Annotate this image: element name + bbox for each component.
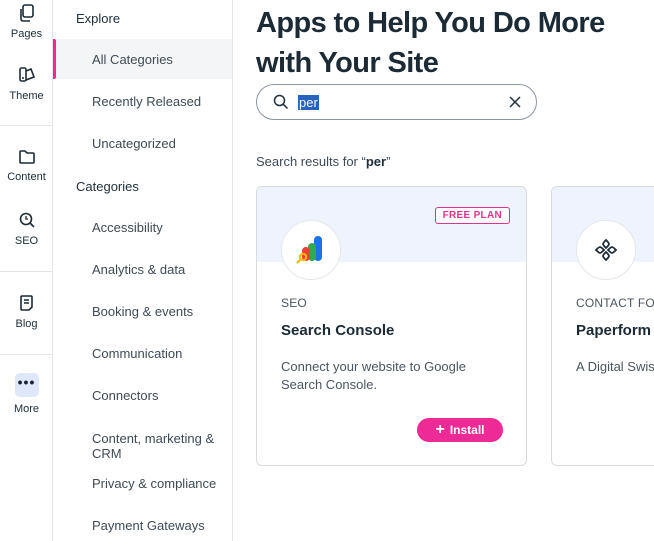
- card-category: CONTACT FORMS: [576, 296, 654, 310]
- sidebar-item-booking-events[interactable]: Booking & events: [53, 291, 232, 331]
- rail-seo[interactable]: SEO: [0, 211, 53, 247]
- free-plan-badge: FREE PLAN: [434, 207, 510, 224]
- rail-theme-label: Theme: [9, 90, 44, 102]
- rail-divider: [0, 271, 52, 272]
- card-description: Connect your website to Google Search Co…: [281, 359, 466, 392]
- sidebar-item-connectors[interactable]: Connectors: [53, 375, 232, 415]
- search-console-logo-icon: [281, 220, 341, 280]
- rail-pages-label: Pages: [10, 28, 43, 40]
- results-suffix: ”: [386, 154, 391, 169]
- more-icon: •••: [14, 373, 39, 397]
- card-app-name: Search Console: [281, 322, 395, 339]
- rail-more-label: More: [13, 403, 40, 415]
- search-icon: [273, 94, 289, 110]
- install-label: Install: [449, 423, 485, 437]
- search-input-value: per: [298, 95, 319, 110]
- rail-divider: [0, 354, 52, 355]
- sidebar-item-accessibility[interactable]: Accessibility: [53, 207, 232, 247]
- search-box[interactable]: per: [256, 84, 537, 120]
- card-app-name: Paperform: [576, 322, 652, 339]
- results-prefix: Search results for “: [256, 154, 366, 169]
- install-button[interactable]: + Install: [417, 418, 503, 442]
- sidebar-item-analytics-data[interactable]: Analytics & data: [53, 249, 232, 289]
- sidebar-item-privacy-compliance[interactable]: Privacy & compliance: [53, 463, 232, 503]
- sidebar-item-payment-gateways[interactable]: Payment Gateways: [53, 505, 232, 541]
- folder-icon: [18, 150, 35, 164]
- rail-blog-label: Blog: [15, 318, 38, 330]
- sidebar-item-recently-released[interactable]: Recently Released: [53, 81, 232, 121]
- main-content: Apps to Help You Do More with Your Site …: [233, 0, 654, 541]
- seo-icon: [19, 212, 35, 228]
- categories-heading: Categories: [76, 179, 139, 194]
- pages-icon: [19, 4, 34, 22]
- rail-seo-label: SEO: [14, 235, 39, 247]
- rail-blog[interactable]: Blog: [0, 294, 53, 330]
- blog-icon: [19, 295, 33, 311]
- card-description: A Digital Swiss Army Knife: [576, 359, 654, 374]
- rail-content-label: Content: [7, 171, 46, 183]
- sidebar-item-uncategorized[interactable]: Uncategorized: [53, 123, 232, 163]
- paperform-logo-icon: [576, 220, 636, 280]
- sidebar-item-all-categories[interactable]: All Categories: [53, 39, 232, 79]
- rail-theme[interactable]: Theme: [0, 66, 53, 102]
- card-category: SEO: [281, 296, 307, 310]
- search-results-label: Search results for “per”: [256, 154, 390, 169]
- results-query: per: [365, 154, 387, 169]
- page-title: Apps to Help You Do More with Your Site: [256, 7, 605, 79]
- icon-rail: Pages Theme Content SEO Blog ••• More: [0, 0, 53, 541]
- theme-icon: [18, 67, 35, 82]
- search-input[interactable]: [297, 93, 497, 111]
- rail-pages[interactable]: Pages: [0, 4, 53, 40]
- clear-search-icon[interactable]: [508, 95, 522, 109]
- explore-heading: Explore: [76, 11, 121, 26]
- rail-content[interactable]: Content: [0, 149, 53, 183]
- sidebar-item-communication[interactable]: Communication: [53, 333, 232, 373]
- plus-icon: +: [435, 421, 445, 438]
- category-sidebar: Explore All Categories Recently Released…: [53, 0, 233, 541]
- app-card-paperform[interactable]: CONTACT FORMS Paperform A Digital Swiss …: [551, 186, 654, 466]
- app-card-search-console[interactable]: FREE PLAN SEO Search Console Connect you…: [256, 186, 527, 466]
- rail-more[interactable]: ••• More: [0, 373, 53, 415]
- rail-divider: [0, 125, 52, 126]
